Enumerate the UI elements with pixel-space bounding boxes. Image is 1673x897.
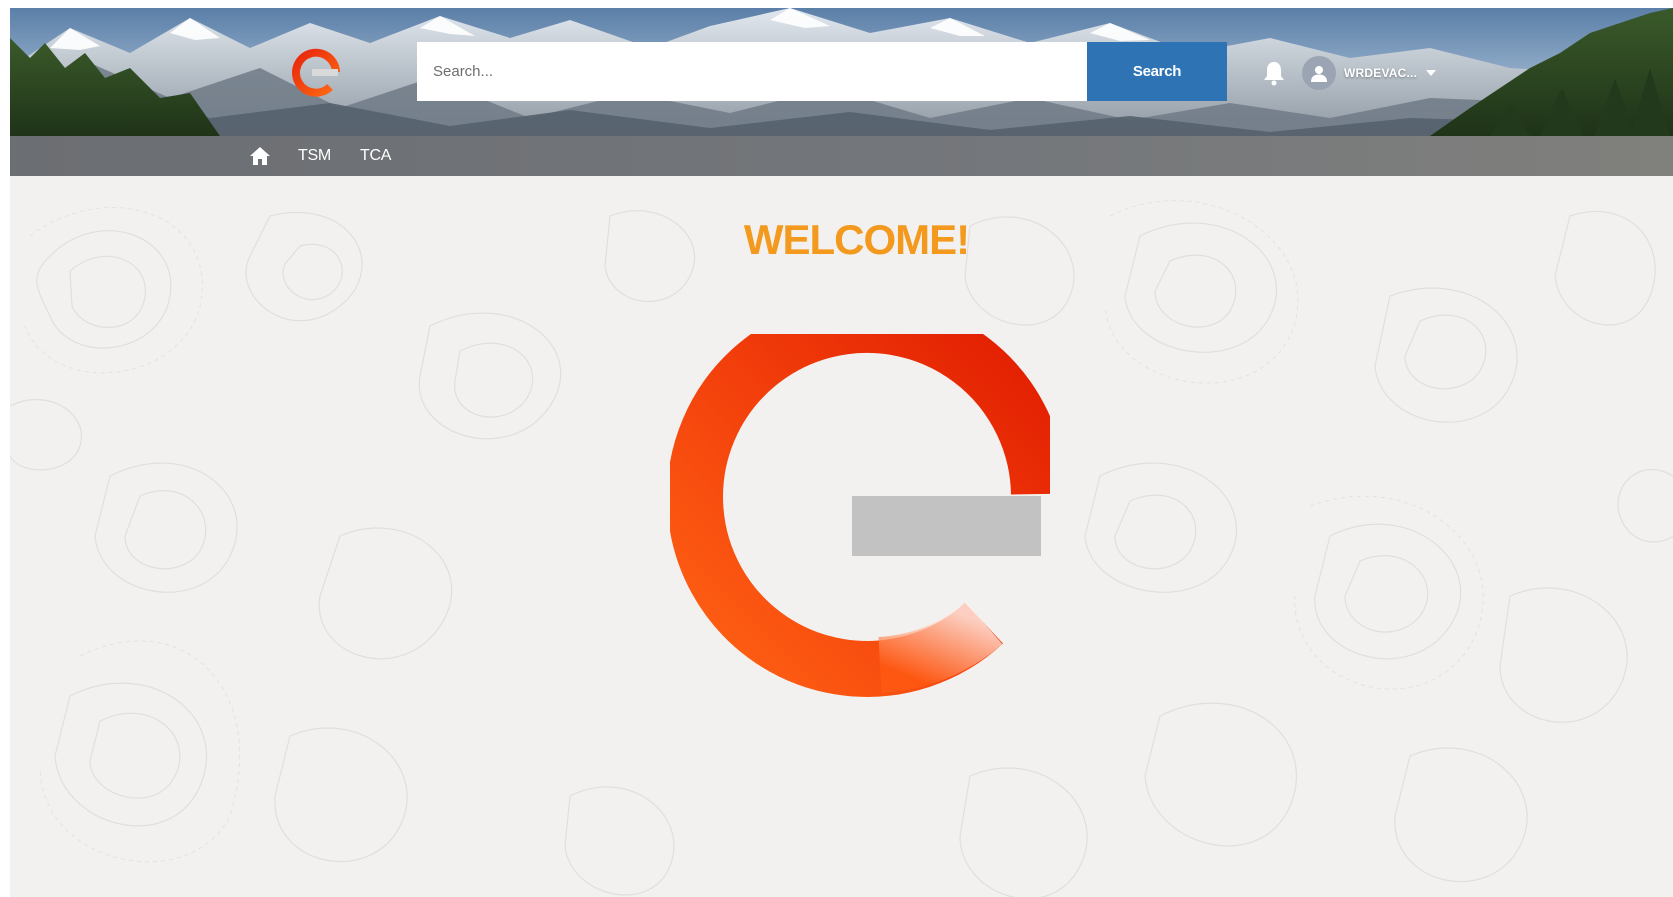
nav-item-tca[interactable]: TCA — [360, 147, 391, 165]
search-button[interactable]: Search — [1087, 42, 1227, 101]
main-content: WELCOME! — [10, 176, 1673, 897]
app-window: Search WRDEVAC... TSM TCA — [10, 8, 1673, 897]
search-input[interactable] — [417, 42, 1087, 101]
user-menu[interactable]: WRDEVAC... — [1302, 55, 1452, 91]
bell-icon[interactable] — [1262, 60, 1286, 86]
welcome-heading: WELCOME! — [743, 216, 970, 263]
main-navigation: TSM TCA — [10, 136, 1673, 176]
enel-logo-icon[interactable] — [288, 42, 344, 102]
user-name[interactable]: WRDEVAC... — [1344, 66, 1417, 80]
user-avatar-icon[interactable] — [1302, 56, 1336, 90]
header-banner: Search WRDEVAC... — [10, 8, 1673, 136]
nav-item-tsm[interactable]: TSM — [298, 147, 331, 165]
enel-logo-icon — [670, 334, 1050, 697]
chevron-down-icon[interactable] — [1425, 68, 1437, 78]
home-icon[interactable] — [249, 146, 271, 166]
